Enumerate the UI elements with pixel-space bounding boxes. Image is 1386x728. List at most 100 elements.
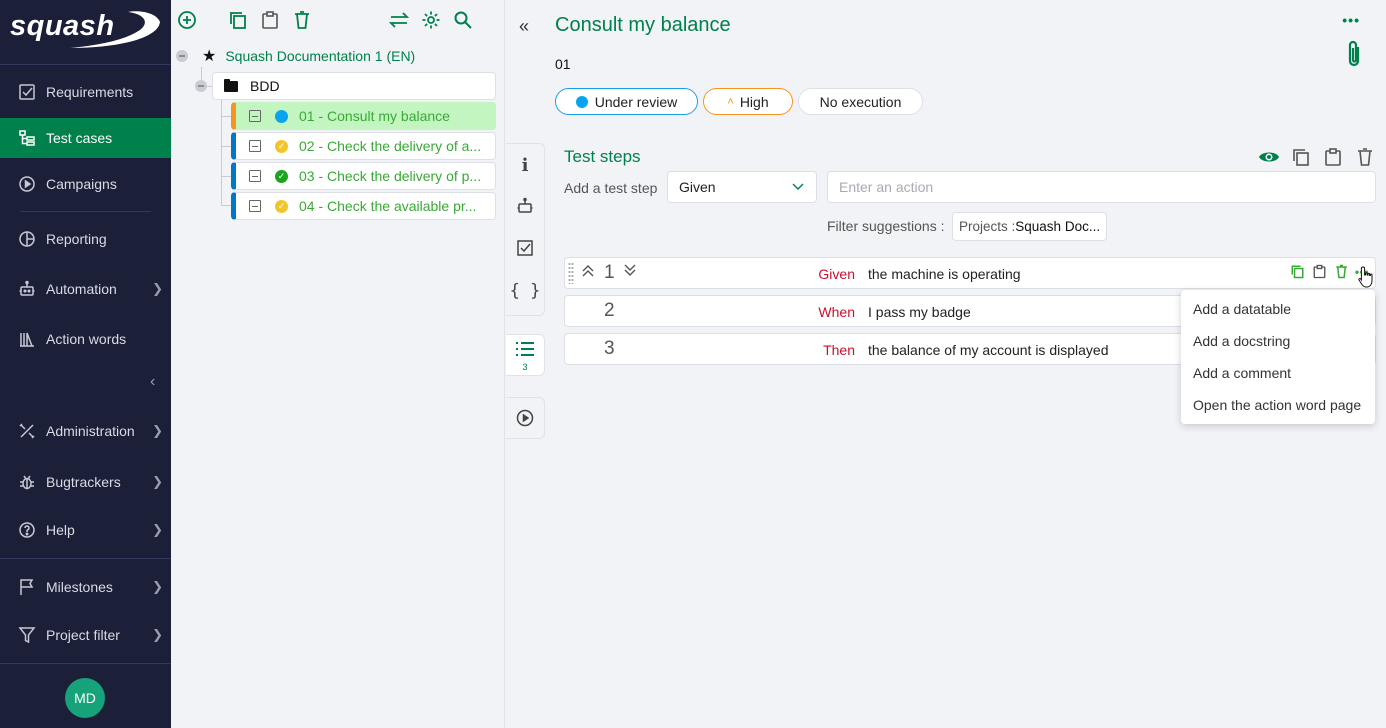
step-keyword[interactable]: When <box>818 304 855 320</box>
tab-verified-requirements[interactable] <box>506 228 544 270</box>
collapse-sidebar-icon[interactable]: ‹ <box>150 373 155 391</box>
filter-chip-value: Squash Doc... <box>1015 219 1101 234</box>
importance-badge[interactable]: ˄ High <box>703 88 793 115</box>
step-action[interactable]: I pass my badge <box>868 304 971 320</box>
flag-icon <box>17 577 37 597</box>
play-circle-icon <box>516 409 534 430</box>
side-tab-group: 3 <box>506 334 545 376</box>
paste-icon[interactable] <box>1322 146 1344 168</box>
delete-icon[interactable] <box>291 9 313 31</box>
tab-information[interactable]: i <box>506 144 544 186</box>
tab-test-steps[interactable]: 3 <box>506 335 544 377</box>
tree-test-case-node[interactable]: 01 - Consult my balance <box>231 102 496 130</box>
step-action[interactable]: the balance of my account is displayed <box>868 342 1108 358</box>
test-case-icon <box>249 170 261 182</box>
status-badge[interactable]: Under review <box>555 88 698 115</box>
eye-icon[interactable] <box>1258 146 1280 168</box>
sidebar-item-test-cases[interactable]: Test cases <box>0 118 171 158</box>
sidebar-item-label: Help <box>46 522 75 538</box>
side-tab-group: i { } <box>506 143 545 316</box>
more-options-icon[interactable]: ••• <box>1342 12 1360 28</box>
sidebar-item-label: Reporting <box>46 231 107 247</box>
squash-logo[interactable]: squash <box>10 8 162 50</box>
move-down-icon[interactable] <box>624 263 636 280</box>
project-label: Squash Documentation 1 (EN) <box>225 48 416 64</box>
test-case-label: 04 - Check the available pr... <box>299 198 477 214</box>
action-input[interactable] <box>827 171 1376 203</box>
step-index: 2 <box>604 300 615 321</box>
tree-test-case-node[interactable]: ✓ 02 - Check the delivery of a... <box>231 132 496 160</box>
transfer-icon[interactable] <box>388 9 410 31</box>
checkbox-icon <box>516 239 534 260</box>
menu-item-add-datatable[interactable]: Add a datatable <box>1181 293 1375 325</box>
user-avatar[interactable]: MD <box>65 678 105 718</box>
paste-icon[interactable] <box>259 9 281 31</box>
delete-icon[interactable] <box>1354 146 1376 168</box>
tree-test-case-node[interactable]: ✓ 04 - Check the available pr... <box>231 192 496 220</box>
step-keyword[interactable]: Given <box>818 266 855 282</box>
sidebar-item-milestones[interactable]: Milestones ❯ <box>0 567 171 607</box>
test-case-icon <box>249 140 261 152</box>
sidebar-item-campaigns[interactable]: Campaigns <box>0 164 171 204</box>
menu-item-add-comment[interactable]: Add a comment <box>1181 357 1375 389</box>
tree-connector <box>221 176 231 177</box>
gear-icon[interactable] <box>420 9 442 31</box>
copy-icon[interactable] <box>1290 146 1312 168</box>
sidebar-item-project-filter[interactable]: Project filter ❯ <box>0 615 171 655</box>
search-icon[interactable] <box>452 9 474 31</box>
sidebar-item-label: Milestones <box>46 579 113 595</box>
sidebar-item-help[interactable]: Help ❯ <box>0 510 171 550</box>
step-action[interactable]: the machine is operating <box>868 266 1021 282</box>
collapse-toggle-icon[interactable] <box>176 50 188 62</box>
attachment-icon[interactable] <box>1346 39 1362 72</box>
sidebar-item-label: Administration <box>46 423 135 439</box>
sidebar-item-requirements[interactable]: Requirements <box>0 72 171 112</box>
tree-project-node[interactable]: ★ Squash Documentation 1 (EN) <box>176 45 415 67</box>
copy-icon[interactable] <box>227 9 249 31</box>
test-case-label: 01 - Consult my balance <box>299 108 450 124</box>
collapse-tree-icon[interactable]: « <box>519 16 529 37</box>
filter-icon <box>17 625 37 645</box>
menu-item-add-docstring[interactable]: Add a docstring <box>1181 325 1375 357</box>
step-context-menu: Add a datatable Add a docstring Add a co… <box>1181 290 1375 424</box>
test-step-row[interactable]: 1 Given the machine is operating ••• <box>564 257 1376 289</box>
checkbox-icon <box>17 82 37 102</box>
move-up-icon[interactable] <box>582 264 594 281</box>
tab-parameters[interactable]: { } <box>506 270 544 312</box>
paste-icon[interactable] <box>1311 263 1328 280</box>
project-filter-chip[interactable]: Projects : Squash Doc... <box>952 212 1108 241</box>
copy-icon[interactable] <box>1289 263 1306 280</box>
chevron-right-icon: ❯ <box>152 522 163 537</box>
execution-badge[interactable]: No execution <box>798 88 923 115</box>
delete-icon[interactable] <box>1333 263 1350 280</box>
tree-folder-node[interactable]: BDD <box>212 72 496 100</box>
status-approved-icon: ✓ <box>275 139 288 153</box>
test-steps-toolbar <box>1258 146 1376 168</box>
main-sidebar: squash Requirements Test cases Campaigns… <box>0 0 171 728</box>
drag-handle-icon[interactable] <box>568 262 574 284</box>
keyword-select[interactable]: Given <box>667 171 817 203</box>
pie-chart-icon <box>17 229 37 249</box>
sidebar-item-label: Automation <box>46 281 117 297</box>
side-tab-group <box>506 397 545 439</box>
tree-test-case-node[interactable]: ✓ 03 - Check the delivery of p... <box>231 162 496 190</box>
chevron-right-icon: ❯ <box>152 627 163 642</box>
collapse-toggle-icon[interactable] <box>195 80 207 92</box>
chevron-right-icon: ❯ <box>152 474 163 489</box>
info-icon: i <box>521 154 529 176</box>
menu-item-open-action-word[interactable]: Open the action word page <box>1181 389 1375 421</box>
sidebar-item-automation[interactable]: Automation ❯ <box>0 269 171 309</box>
tab-executions[interactable] <box>506 398 544 440</box>
test-case-label: 02 - Check the delivery of a... <box>299 138 482 154</box>
more-options-icon[interactable]: ••• <box>1355 265 1369 279</box>
filter-chip-key: Projects : <box>959 219 1016 234</box>
sidebar-item-administration[interactable]: Administration ❯ <box>0 411 171 451</box>
sidebar-item-label: Bugtrackers <box>46 474 121 490</box>
list-icon <box>515 340 535 361</box>
sidebar-item-reporting[interactable]: Reporting <box>0 219 171 259</box>
sidebar-item-bugtrackers[interactable]: Bugtrackers ❯ <box>0 462 171 502</box>
sidebar-item-action-words[interactable]: Action words <box>0 319 171 359</box>
step-keyword[interactable]: Then <box>823 342 855 358</box>
add-icon[interactable] <box>176 9 198 31</box>
tab-automation[interactable] <box>506 186 544 228</box>
